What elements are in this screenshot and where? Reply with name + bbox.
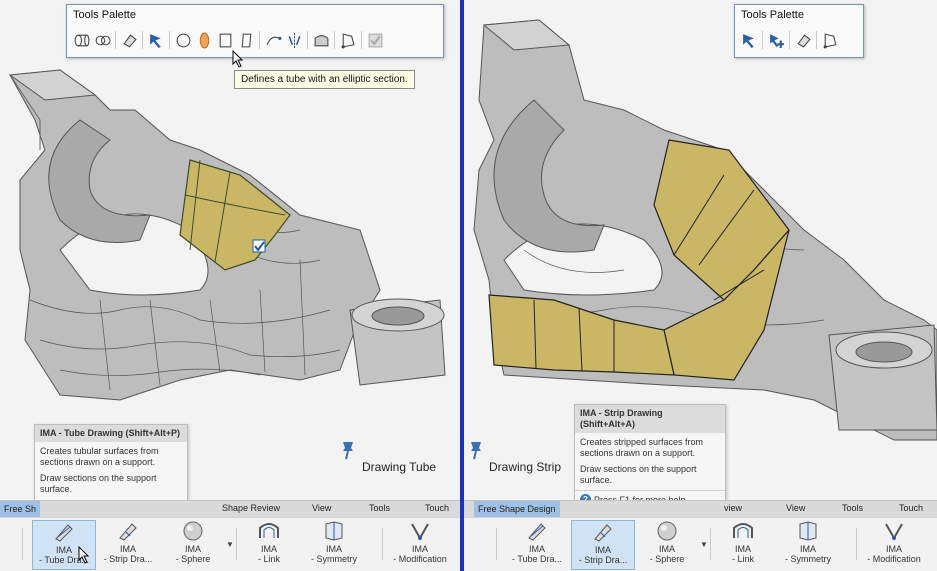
pin-icon[interactable] (340, 440, 356, 460)
tooltip-instruction: Draw sections on the support surface. (40, 473, 157, 494)
eraser-icon[interactable] (119, 29, 139, 51)
tooltip-description: Creates stripped surfaces from sections … (580, 437, 704, 458)
validate-icon[interactable] (365, 29, 385, 51)
modification-button[interactable]: IMA - Modification (863, 520, 925, 568)
tab-touch[interactable]: Touch (425, 503, 449, 513)
sphere-button[interactable]: IMA - Sphere (162, 520, 224, 568)
hover-tooltip: Defines a tube with an elliptic section. (234, 70, 415, 89)
tooltip-title: IMA - Tube Drawing (Shift+Alt+P) (35, 425, 187, 442)
curve-icon[interactable] (263, 29, 283, 51)
symmetry-icon (325, 521, 343, 541)
link-button[interactable]: IMA - Link (238, 520, 300, 568)
modification-icon (885, 523, 903, 541)
strip-drawing-icon (119, 523, 137, 541)
symmetry-button[interactable]: IMA - Symmetry (303, 520, 365, 568)
symmetry-icon (799, 521, 817, 541)
modification-button[interactable]: IMA - Modification (389, 520, 451, 568)
sphere-icon (183, 521, 203, 541)
strip-drawing-button[interactable]: IMA - Strip Dra... (97, 520, 159, 568)
strip-drawing-button[interactable]: IMA - Strip Dra... (571, 520, 635, 570)
command-ribbon: IMA - Tube Dra... IMA - Strip Dra... IMA… (464, 517, 937, 570)
add-point-icon[interactable] (766, 29, 786, 51)
tools-palette[interactable]: Tools Palette (734, 4, 864, 58)
circle-section-icon[interactable] (173, 29, 193, 51)
tooltip-instruction: Draw sections on the support surface. (580, 464, 697, 485)
analysis-icon[interactable] (820, 29, 840, 51)
tooltip-description: Creates tubular surfaces from sections d… (40, 446, 159, 467)
tab-free-shape-design[interactable]: Free Sh (0, 501, 41, 517)
symmetry-button[interactable]: IMA - Symmetry (777, 520, 839, 568)
ellipse-section-icon[interactable] (194, 29, 214, 51)
link-icon[interactable] (92, 29, 112, 51)
link-button[interactable]: IMA - Link (712, 520, 774, 568)
link-icon (733, 523, 753, 538)
analysis-icon[interactable] (338, 29, 358, 51)
tools-palette[interactable]: Tools Palette (66, 4, 444, 58)
step-caption: Drawing Tube (362, 460, 437, 474)
link-icon (259, 523, 279, 538)
menu-bar: Free Sh Shape Review View Tools Touch (0, 500, 460, 517)
tube-icon[interactable] (71, 29, 91, 51)
tooltip-title: IMA - Strip Drawing (Shift+Alt+A) (575, 405, 725, 433)
eraser-icon[interactable] (793, 29, 813, 51)
sphere-icon (657, 521, 677, 541)
tab-tools[interactable]: Tools (369, 503, 390, 513)
modification-icon (411, 523, 429, 541)
surface-icon[interactable] (311, 29, 331, 51)
strip-drawing-icon (594, 524, 612, 542)
tab-tools[interactable]: Tools (842, 503, 863, 513)
menu-bar: Free Shape Design view View Tools Touch (464, 500, 937, 517)
palette-title: Tools Palette (73, 9, 136, 21)
sphere-dropdown-caret[interactable]: ▼ (226, 540, 234, 549)
rectangle-section-icon[interactable] (215, 29, 235, 51)
tab-view[interactable]: View (786, 503, 805, 513)
command-ribbon: IMA - Tube Dra... IMA - Strip Dra... IMA… (0, 517, 460, 570)
tab-view[interactable]: View (312, 503, 331, 513)
right-viewport[interactable]: Tools Palette IMA - Strip Drawing (Shift… (464, 0, 937, 571)
move-icon[interactable] (146, 29, 166, 51)
mouse-cursor-icon (78, 546, 90, 564)
tab-shape-review[interactable]: Shape Review (222, 503, 280, 513)
sphere-dropdown-caret[interactable]: ▼ (700, 540, 708, 549)
pin-icon[interactable] (468, 440, 484, 460)
step-caption: Drawing Strip (489, 460, 562, 474)
palette-title: Tools Palette (741, 9, 804, 21)
left-viewport[interactable]: Tools Palette Defines a tube with an ell… (0, 0, 460, 571)
strip-icon[interactable] (236, 29, 256, 51)
move-icon[interactable] (739, 29, 759, 51)
tube-drawing-icon (55, 524, 73, 542)
symmetry-icon[interactable] (284, 29, 304, 51)
tube-drawing-icon (528, 523, 546, 541)
mouse-cursor-icon (232, 50, 244, 68)
tab-free-shape-design[interactable]: Free Shape Design (474, 501, 560, 517)
tube-drawing-button[interactable]: IMA - Tube Dra... (506, 520, 568, 568)
tab-shape-review[interactable]: view (724, 503, 742, 513)
tab-touch[interactable]: Touch (899, 503, 923, 513)
sphere-button[interactable]: IMA - Sphere (636, 520, 698, 568)
